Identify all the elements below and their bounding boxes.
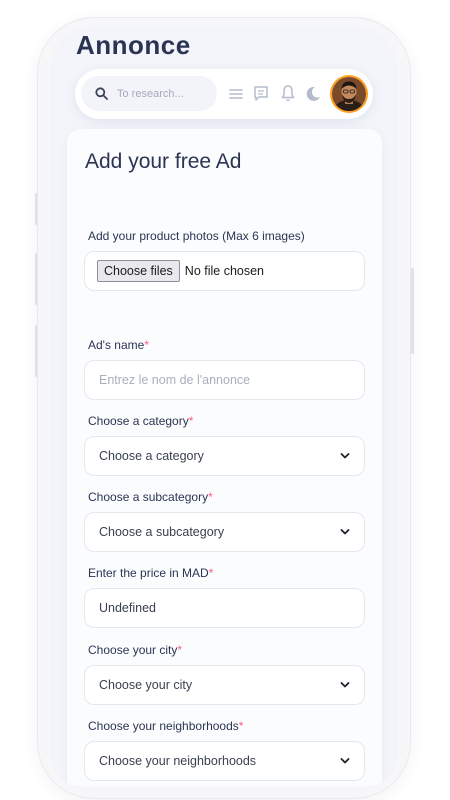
chevron-down-icon xyxy=(340,682,350,688)
choose-files-button[interactable]: Choose files xyxy=(97,260,180,282)
required-marker: * xyxy=(208,566,214,580)
ad-name-placeholder: Entrez le nom de l'annonce xyxy=(99,373,251,387)
chevron-down-icon xyxy=(340,758,350,764)
ad-form-card: Add your free Ad Add your product photos… xyxy=(67,129,382,786)
neighborhood-value: Choose your neighborhoods xyxy=(99,754,257,768)
price-input[interactable]: Undefined xyxy=(84,588,365,628)
chevron-down-icon xyxy=(340,453,350,459)
ad-name-input[interactable]: Entrez le nom de l'annonce xyxy=(84,360,365,400)
avatar[interactable] xyxy=(332,77,366,111)
required-marker: * xyxy=(208,490,213,504)
subcategory-label: Choose a subcategory* xyxy=(88,490,213,504)
bell-icon[interactable] xyxy=(281,84,295,104)
top-bar: To research... xyxy=(75,69,373,119)
message-icon[interactable] xyxy=(253,84,269,104)
neighborhood-select[interactable]: Choose your neighborhoods xyxy=(84,741,365,781)
required-marker: * xyxy=(238,719,244,733)
photos-label: Add your product photos (Max 6 images) xyxy=(88,229,305,243)
moon-icon[interactable] xyxy=(305,84,321,104)
city-label-text: Choose your city xyxy=(88,643,178,657)
price-value: Undefined xyxy=(99,601,156,615)
subcategory-label-text: Choose a subcategory xyxy=(88,490,209,504)
subcategory-select[interactable]: Choose a subcategory xyxy=(84,512,365,552)
neighborhood-label: Choose your neighborhoods* xyxy=(88,719,243,733)
price-label-text: Enter the price in MAD xyxy=(88,566,209,580)
category-value: Choose a category xyxy=(99,449,204,463)
required-marker: * xyxy=(177,643,183,657)
user-avatar-icon xyxy=(332,77,366,111)
required-marker: * xyxy=(188,414,194,428)
form-title: Add your free Ad xyxy=(85,150,242,173)
photo-file-input[interactable]: Choose files No file chosen xyxy=(84,251,365,291)
search-bar[interactable]: To research... xyxy=(81,76,217,111)
category-label: Choose a category* xyxy=(88,414,193,428)
city-label: Choose your city* xyxy=(88,643,182,657)
phone-screen: Annonce To research... Add your free Ad … xyxy=(50,26,398,786)
ad-name-label-text: Ad's name xyxy=(88,338,145,352)
required-marker: * xyxy=(144,338,149,352)
app-title: Annonce xyxy=(76,30,191,60)
ad-name-label: Ad's name* xyxy=(88,338,149,352)
file-status: No file chosen xyxy=(184,264,265,278)
phone-side-button xyxy=(411,268,414,354)
subcategory-value: Choose a subcategory xyxy=(99,525,225,539)
price-label: Enter the price in MAD* xyxy=(88,566,213,580)
city-value: Choose your city xyxy=(99,678,193,692)
neighborhood-label-text: Choose your neighborhoods xyxy=(88,719,239,733)
category-label-text: Choose a category xyxy=(88,414,189,428)
search-input[interactable]: To research... xyxy=(117,88,184,100)
category-select[interactable]: Choose a category xyxy=(84,436,365,476)
menu-icon[interactable] xyxy=(229,84,243,104)
search-icon xyxy=(95,87,108,100)
chevron-down-icon xyxy=(340,529,350,535)
city-select[interactable]: Choose your city xyxy=(84,665,365,705)
